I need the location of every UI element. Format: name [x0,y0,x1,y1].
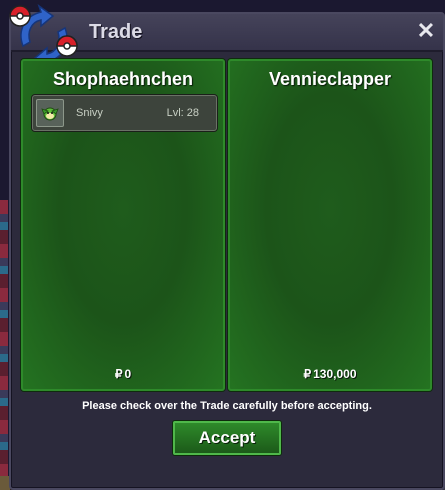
money-amount-left: 0 [124,367,132,381]
pokemon-level: Lvl: 28 [166,107,199,119]
accept-button[interactable]: Accept [173,421,281,455]
pokemon-icon-frame [36,99,64,127]
trade-item-slot[interactable]: Snivy Lvl: 28 [32,95,217,131]
window-title: Trade [89,21,143,43]
trade-notice: Please check over the Trade carefully be… [82,400,372,412]
background-scenery-left [0,200,8,490]
money-offer-left: ₽0 [23,367,223,381]
player-name-right: Vennieclapper [268,69,392,89]
pokemon-name: Snivy [76,107,103,119]
player-name-left: Shophaehnchen [52,69,193,89]
trade-panel-left: Shophaehnchen Snivy Lvl: 28 ₽0 [21,59,225,391]
close-button[interactable]: ✕ [415,20,437,42]
trade-panel-right: Vennieclapper ₽130,000 [228,59,432,391]
money-amount-right: 130,000 [313,367,357,381]
currency-symbol: ₽ [303,367,312,381]
trade-window: Trade ✕ Shophaehnchen Snivy Lvl: 28 ₽ 0 … [9,4,445,490]
currency-symbol: ₽ [114,367,123,381]
money-offer-right: ₽130,000 [230,367,430,381]
snivy-icon [41,107,59,121]
